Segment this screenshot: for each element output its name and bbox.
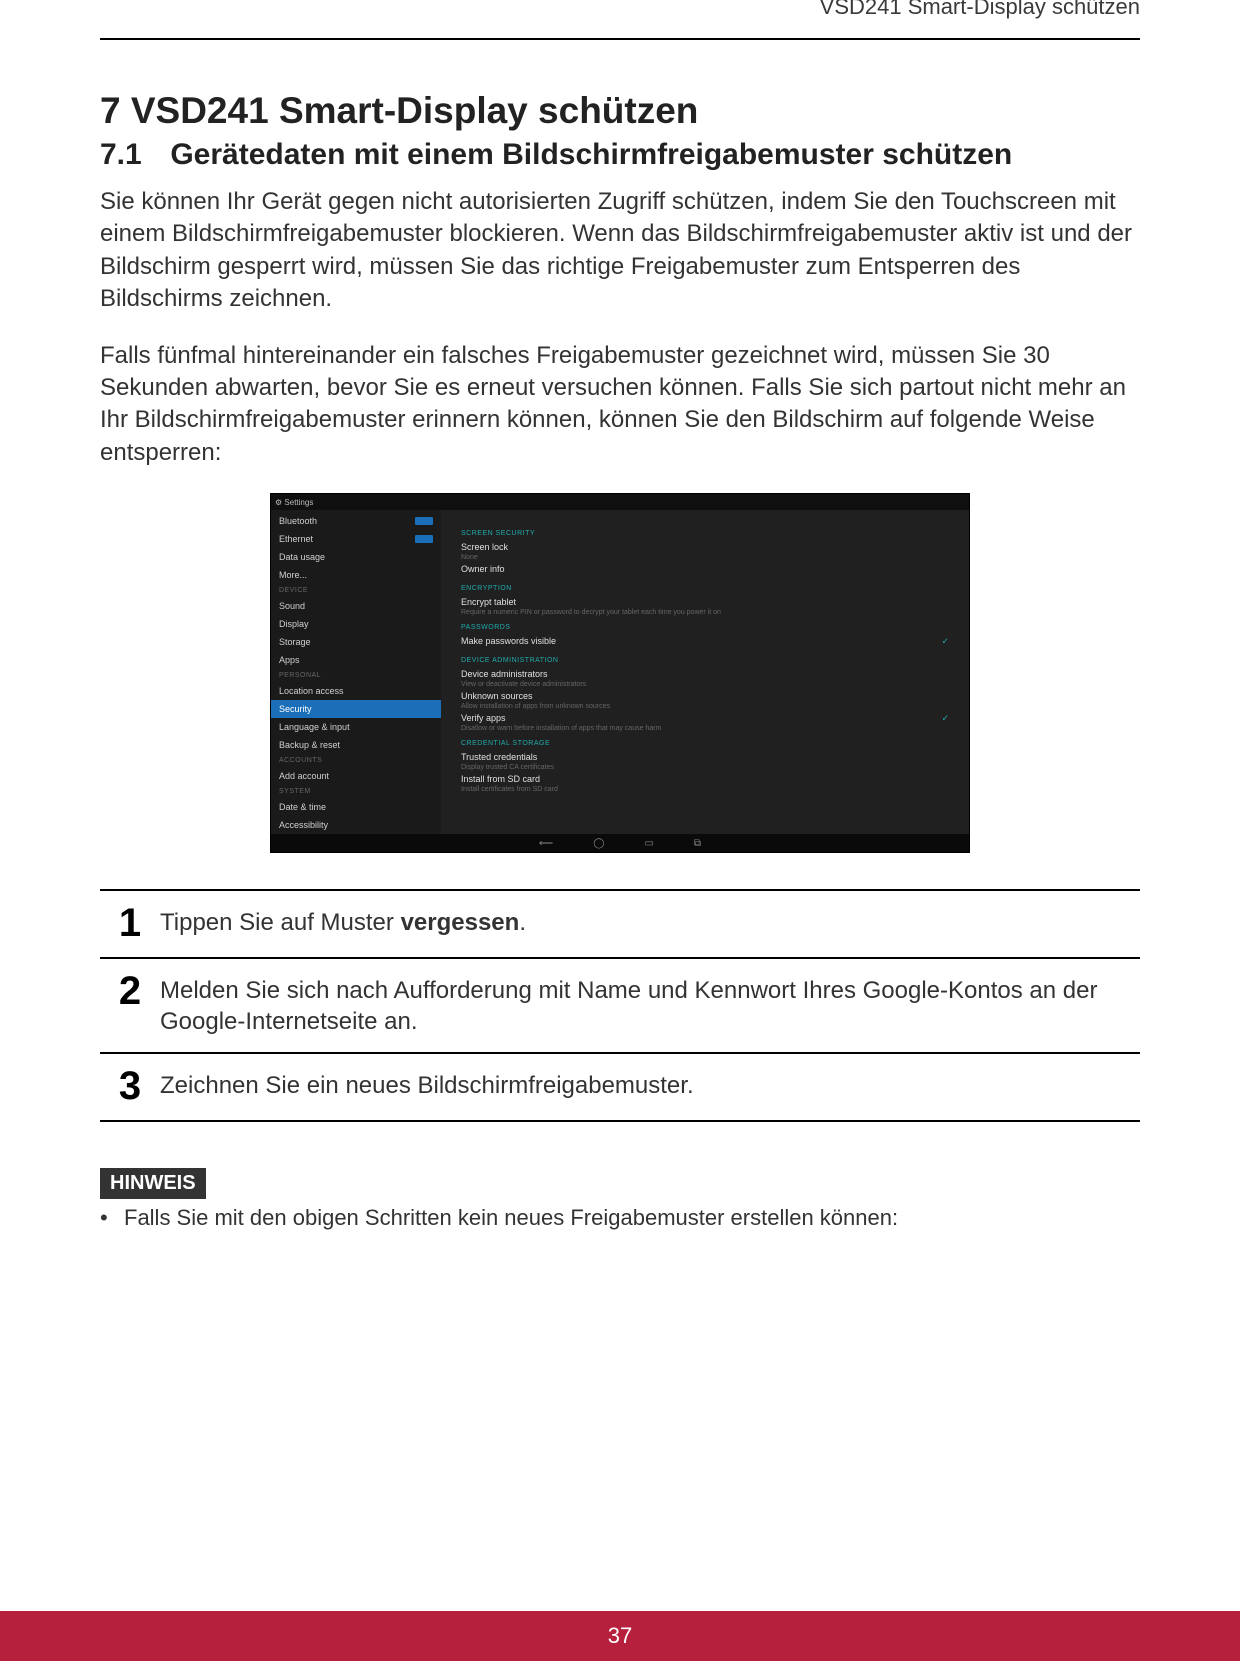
ss-right-section: DEVICE ADMINISTRATION	[461, 657, 969, 664]
section-number: 7.1	[100, 138, 162, 172]
ss-item-label: Backup & reset	[279, 740, 340, 750]
toggle-icon[interactable]	[415, 535, 433, 543]
ss-right-item[interactable]: Owner info	[461, 561, 969, 577]
ss-sidebar-item[interactable]: Date & time	[271, 798, 441, 816]
ss-right-item[interactable]: Install from SD card	[461, 771, 969, 787]
ss-item-label: More...	[279, 570, 307, 580]
ss-item-label: Add account	[279, 771, 329, 781]
ss-item-label: Display	[279, 619, 309, 629]
ss-right-item[interactable]: Unknown sources	[461, 688, 969, 704]
back-icon: ⟵	[539, 838, 553, 849]
ss-right-section: ENCRYPTION	[461, 585, 969, 592]
note-content: Falls Sie mit den obigen Schritten kein …	[124, 1205, 898, 1230]
ss-right-section: SCREEN SECURITY	[461, 530, 969, 537]
gear-icon: ⚙	[275, 498, 282, 507]
step-text: Tippen Sie auf Muster vergessen.	[160, 901, 1140, 938]
ss-right-subtext: Install certificates from SD card	[461, 786, 969, 793]
ss-sidebar-item[interactable]: Storage	[271, 633, 441, 651]
ss-right-section: PASSWORDS	[461, 624, 969, 631]
step-bold: vergessen	[401, 909, 520, 936]
ss-right-subtext: Allow installation of apps from unknown …	[461, 703, 969, 710]
ss-right-item[interactable]: Device administrators	[461, 666, 969, 682]
step-text: Melden Sie sich nach Aufforderung mit Na…	[160, 969, 1140, 1037]
ss-right-subtext: Display trusted CA certificates	[461, 764, 969, 771]
ss-sidebar-item[interactable]: Display	[271, 615, 441, 633]
ss-right-subtext: Require a numeric PIN or password to dec…	[461, 609, 969, 616]
ss-right-item[interactable]: Verify apps✓	[461, 710, 969, 726]
ss-sidebar-item[interactable]: Backup & reset	[271, 736, 441, 754]
header-rule	[100, 38, 1140, 40]
step-number: 1	[100, 901, 160, 943]
ss-right-item[interactable]: Encrypt tablet	[461, 594, 969, 610]
step-row: 1Tippen Sie auf Muster vergessen.	[100, 891, 1140, 959]
ss-sidebar: Bluetooth Ethernet Data usage More... DEVICE…	[271, 494, 441, 852]
ss-right-item[interactable]: Make passwords visible✓	[461, 633, 969, 649]
ss-sidebar-item[interactable]: Ethernet	[271, 530, 441, 548]
step-number: 2	[100, 969, 160, 1011]
ss-item-label: Apps	[279, 655, 300, 665]
page-footer: 37	[0, 1611, 1240, 1661]
ss-section-label: SYSTEM	[271, 785, 441, 798]
ss-item-label: Security	[279, 704, 312, 714]
ss-section-label: ACCOUNTS	[271, 754, 441, 767]
ss-right-item[interactable]: Screen lock	[461, 539, 969, 555]
note-text: •Falls Sie mit den obigen Schritten kein…	[100, 1205, 1140, 1231]
ss-item-label: Language & input	[279, 722, 350, 732]
paragraph-1: Sie können Ihr Gerät gegen nicht autoris…	[100, 186, 1140, 316]
ss-sidebar-item[interactable]: Add account	[271, 767, 441, 785]
settings-screenshot: ⚙ Settings Bluetooth Ethernet Data usage Mo…	[270, 493, 970, 853]
ss-section-label: DEVICE	[271, 584, 441, 597]
ss-navbar: ⟵ ◯ ▭ ⧉	[271, 834, 969, 852]
ss-right-section: CREDENTIAL STORAGE	[461, 740, 969, 747]
section-title: Gerätedaten mit einem Bildschirmfreigabe…	[170, 138, 1070, 172]
note-label: HINWEIS	[100, 1168, 206, 1199]
step-text: Zeichnen Sie ein neues Bildschirmfreigab…	[160, 1064, 1140, 1101]
step-row: 2Melden Sie sich nach Aufforderung mit N…	[100, 959, 1140, 1053]
ss-titlebar: ⚙ Settings	[271, 494, 969, 510]
ss-content: SCREEN SECURITY Screen lockNoneOwner info…	[441, 494, 969, 852]
ss-sidebar-item[interactable]: Language & input	[271, 718, 441, 736]
section-heading: 7.1 Gerätedaten mit einem Bildschirmfrei…	[100, 138, 1140, 172]
step-number: 3	[100, 1064, 160, 1106]
ss-item-label: Ethernet	[279, 534, 313, 544]
check-icon[interactable]: ✓	[941, 713, 949, 724]
ss-item-label: Storage	[279, 637, 311, 647]
ss-item-label: Location access	[279, 686, 344, 696]
ss-sidebar-item[interactable]: More...	[271, 566, 441, 584]
ss-sidebar-item[interactable]: Sound	[271, 597, 441, 615]
ss-item-label: Bluetooth	[279, 516, 317, 526]
step-row: 3Zeichnen Sie ein neues Bildschirmfreiga…	[100, 1054, 1140, 1122]
page-number: 37	[608, 1623, 632, 1648]
ss-sidebar-item[interactable]: Accessibility	[271, 816, 441, 834]
chapter-heading: 7 VSD241 Smart-Display schützen	[100, 90, 1140, 132]
ss-section-label: PERSONAL	[271, 669, 441, 682]
ss-right-subtext: None	[461, 554, 969, 561]
ss-item-label: Date & time	[279, 802, 326, 812]
ss-title: Settings	[284, 498, 313, 507]
ss-sidebar-item[interactable]: Bluetooth	[271, 512, 441, 530]
toggle-icon[interactable]	[415, 517, 433, 525]
ss-right-subtext: View or deactivate device administrators	[461, 681, 969, 688]
screenshot-icon: ⧉	[694, 838, 701, 849]
ss-item-label: Sound	[279, 601, 305, 611]
ss-sidebar-item[interactable]: Apps	[271, 651, 441, 669]
ss-item-label: Accessibility	[279, 820, 328, 830]
home-icon: ◯	[593, 838, 604, 849]
steps-list: 1Tippen Sie auf Muster vergessen.2Melden…	[100, 889, 1140, 1121]
ss-item-label: Data usage	[279, 552, 325, 562]
running-head: VSD241 Smart-Display schützen	[100, 0, 1140, 24]
ss-sidebar-item[interactable]: Security	[271, 700, 441, 718]
check-icon[interactable]: ✓	[941, 636, 949, 647]
ss-right-item[interactable]: Trusted credentials	[461, 749, 969, 765]
ss-sidebar-item[interactable]: Data usage	[271, 548, 441, 566]
recent-icon: ▭	[644, 838, 653, 849]
ss-sidebar-item[interactable]: Location access	[271, 682, 441, 700]
paragraph-2: Falls fünfmal hintereinander ein falsche…	[100, 340, 1140, 470]
ss-right-subtext: Disallow or warn before installation of …	[461, 725, 969, 732]
bullet-icon: •	[100, 1205, 124, 1231]
